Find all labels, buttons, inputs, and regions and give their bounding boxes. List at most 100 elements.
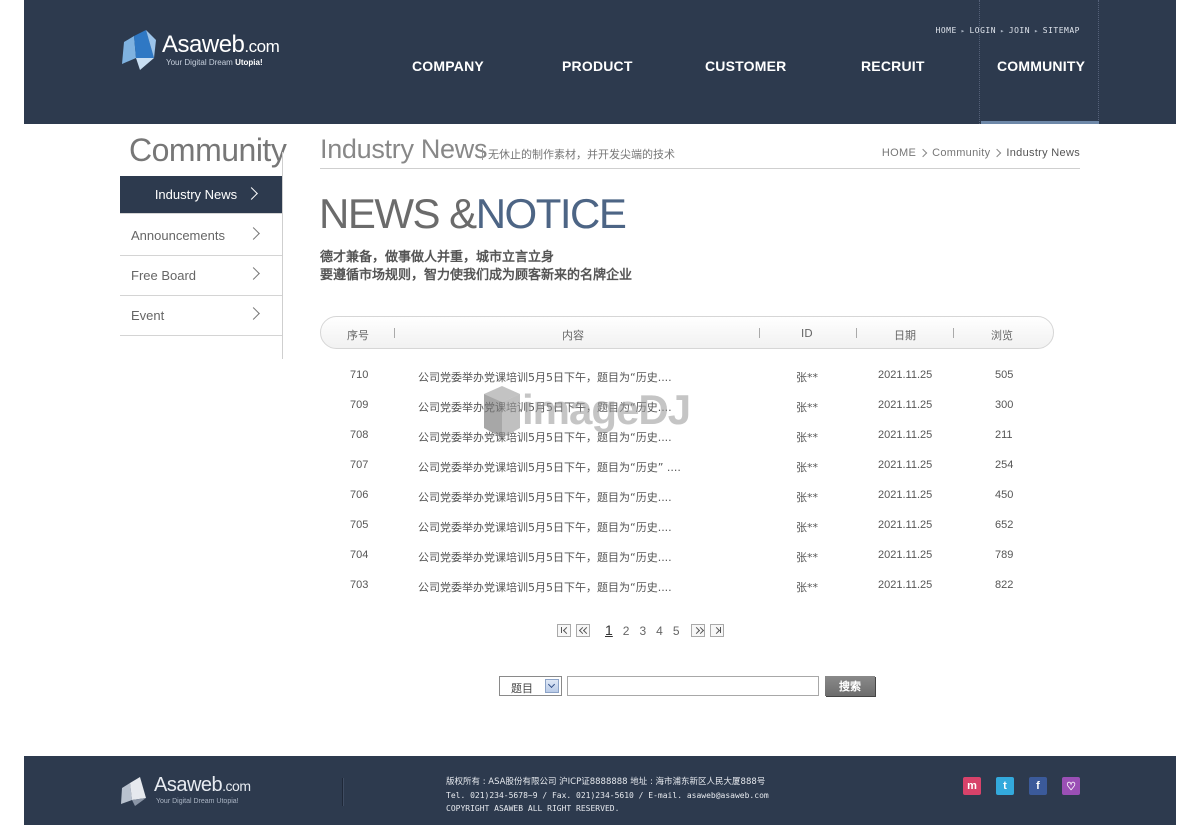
col-divider [953, 328, 954, 338]
site-logo[interactable]: Asaweb.com Your Digital Dream Utopia! [120, 28, 300, 74]
row-views: 211 [995, 429, 1013, 441]
row-number: 707 [350, 459, 369, 471]
util-home-link[interactable]: HOME [936, 26, 957, 35]
twitter-icon[interactable]: t [996, 777, 1014, 795]
page-3[interactable]: 3 [639, 624, 646, 638]
row-title-link[interactable]: 公司党委举办党课培训5月5日下午，题目为“历史.... [418, 579, 672, 595]
row-date: 2021.11.25 [878, 549, 933, 561]
row-title-link[interactable]: 公司党委举办党课培训5月5日下午，题目为“历史.... [418, 369, 672, 385]
row-number: 708 [350, 429, 369, 441]
hero-line-2: 要遵循市场规则，智力使我们成为顾客新来的名牌企业 [320, 268, 633, 283]
next-page-icon[interactable] [690, 623, 705, 637]
sidebar-item-industry-news[interactable]: Industry News [120, 176, 282, 214]
row-views: 789 [995, 549, 1014, 561]
table-row[interactable]: 710 公司党委举办党课培训5月5日下午，题目为“历史.... 张** 2021… [320, 361, 1054, 391]
nav-product[interactable]: PRODUCT [562, 58, 633, 74]
sidebar-item-event[interactable]: Event [120, 296, 282, 336]
chevron-down-icon[interactable] [545, 679, 559, 693]
row-author: 张** [796, 521, 818, 534]
chevron-right-icon [245, 187, 258, 200]
header: Asaweb.com Your Digital Dream Utopia! HO… [24, 0, 1176, 124]
logo-mark-icon [121, 777, 146, 806]
chevron-right-icon [247, 307, 260, 320]
col-divider [856, 328, 857, 338]
main-nav: COMPANY PRODUCT CUSTOMER RECRUIT COMMUNI… [376, 58, 1116, 78]
last-page-icon[interactable] [709, 623, 724, 637]
sidebar-title: Community [129, 132, 287, 168]
me2day-icon[interactable]: m [963, 777, 981, 795]
facebook-icon[interactable]: f [1029, 777, 1047, 795]
table-row[interactable]: 705 公司党委举办党课培训5月5日下午，题目为“历史.... 张** 2021… [320, 511, 1054, 541]
page-subtitle: 无休止的制作素材，并开发尖端的技术 [482, 146, 675, 162]
sidebar-item-label: Industry News [154, 187, 238, 202]
logo-wordmark: Asaweb.com [162, 31, 280, 58]
row-title-link[interactable]: 公司党委举办党课培训5月5日下午，题目为“历史” .... [418, 459, 681, 475]
footer-copyright-line: 版权所有 : ASA股份有限公司 沪ICP证8888888 地址 : 海市浦东新… [446, 777, 766, 787]
row-title-link[interactable]: 公司党委举办党课培训5月5日下午，题目为“历史.... [418, 489, 672, 505]
first-page-icon[interactable] [557, 623, 571, 637]
footer: Asaweb.com Your Digital Dream Utopia! 版权… [24, 756, 1176, 825]
row-date: 2021.11.25 [878, 399, 933, 411]
logo-wordmark: Asaweb.com [154, 774, 251, 796]
row-number: 710 [350, 369, 369, 381]
logo-tagline: Your Digital Dream Utopia! [166, 58, 263, 67]
row-title-link[interactable]: 公司党委举办党课培训5月5日下午，题目为“历史.... [418, 399, 672, 415]
breadcrumb-community[interactable]: Community [932, 147, 990, 159]
page-title: Industry News [320, 134, 488, 164]
page-5[interactable]: 5 [673, 624, 680, 638]
row-author: 张** [796, 551, 818, 564]
table-row[interactable]: 709 公司党委举办党课培训5月5日下午，题目为“历史.... 张** 2021… [320, 391, 1054, 421]
nav-recruit[interactable]: RECRUIT [861, 58, 925, 74]
row-author: 张** [796, 491, 818, 504]
col-header-id: ID [801, 327, 813, 340]
chevron-right-icon [993, 148, 1002, 158]
col-header-title: 内容 [562, 329, 584, 342]
table-row[interactable]: 704 公司党委举办党课培训5月5日下午，题目为“历史.... 张** 2021… [320, 541, 1054, 571]
row-title-link[interactable]: 公司党委举办党课培训5月5日下午，题目为“历史.... [418, 519, 672, 535]
row-author: 张** [796, 401, 818, 414]
table-row[interactable]: 708 公司党委举办党课培训5月5日下午，题目为“历史.... 张** 2021… [320, 421, 1054, 451]
search-field-select[interactable]: 题目 [499, 676, 562, 696]
footer-logo[interactable]: Asaweb.com Your Digital Dream Utopia! [120, 774, 280, 808]
row-number: 703 [350, 579, 369, 591]
search-input[interactable] [567, 676, 819, 696]
page-4[interactable]: 4 [656, 624, 663, 638]
row-views: 450 [995, 489, 1014, 501]
search-button[interactable]: 搜索 [825, 676, 875, 696]
search-bar: 题目 搜索 [499, 676, 875, 696]
row-author: 张** [796, 431, 818, 444]
chat-icon[interactable]: ♡ [1062, 777, 1080, 795]
row-date: 2021.11.25 [878, 579, 933, 591]
chevron-right-icon [918, 148, 928, 158]
footer-contact-line: Tel. 021)234-5678~9 / Fax. 021)234-5610 … [446, 791, 769, 800]
col-header-no: 序号 [347, 329, 369, 342]
table-row[interactable]: 706 公司党委举办党课培训5月5日下午，题目为“历史.... 张** 2021… [320, 481, 1054, 511]
table-row[interactable]: 707 公司党委举办党课培训5月5日下午，题目为“历史” .... 张** 20… [320, 451, 1054, 481]
nav-community[interactable]: COMMUNITY [997, 58, 1085, 74]
row-views: 254 [995, 459, 1014, 471]
breadcrumb-home[interactable]: HOME [882, 147, 916, 159]
nav-company[interactable]: COMPANY [412, 58, 484, 74]
hero-title: NEWS &NOTICE [319, 190, 627, 237]
col-header-date: 日期 [894, 329, 916, 342]
footer-info: 版权所有 : ASA股份有限公司 沪ICP证8888888 地址 : 海市浦东新… [446, 776, 769, 815]
news-list: 710 公司党委举办党课培训5月5日下午，题目为“历史.... 张** 2021… [320, 361, 1054, 601]
row-title-link[interactable]: 公司党委举办党课培训5月5日下午，题目为“历史.... [418, 549, 672, 565]
row-views: 300 [995, 399, 1014, 411]
col-divider [394, 328, 395, 338]
sidebar-item-announcements[interactable]: Announcements [120, 216, 282, 256]
table-header: 序号 内容 ID 日期 浏览 [320, 316, 1054, 349]
prev-page-icon[interactable] [576, 623, 590, 637]
row-author: 张** [796, 371, 818, 384]
table-row[interactable]: 703 公司党委举办党课培训5月5日下午，题目为“历史.... 张** 2021… [320, 571, 1054, 601]
page-1[interactable]: 1 [605, 622, 613, 638]
breadcrumb: HOME Community Industry News [882, 147, 1080, 159]
row-number: 704 [350, 549, 369, 561]
row-number: 706 [350, 489, 369, 501]
select-value: 题目 [511, 682, 533, 695]
sidebar-item-free-board[interactable]: Free Board [120, 256, 282, 296]
chevron-right-icon [247, 227, 260, 240]
page-2[interactable]: 2 [623, 624, 630, 638]
row-title-link[interactable]: 公司党委举办党课培训5月5日下午，题目为“历史.... [418, 429, 672, 445]
nav-customer[interactable]: CUSTOMER [705, 58, 786, 74]
